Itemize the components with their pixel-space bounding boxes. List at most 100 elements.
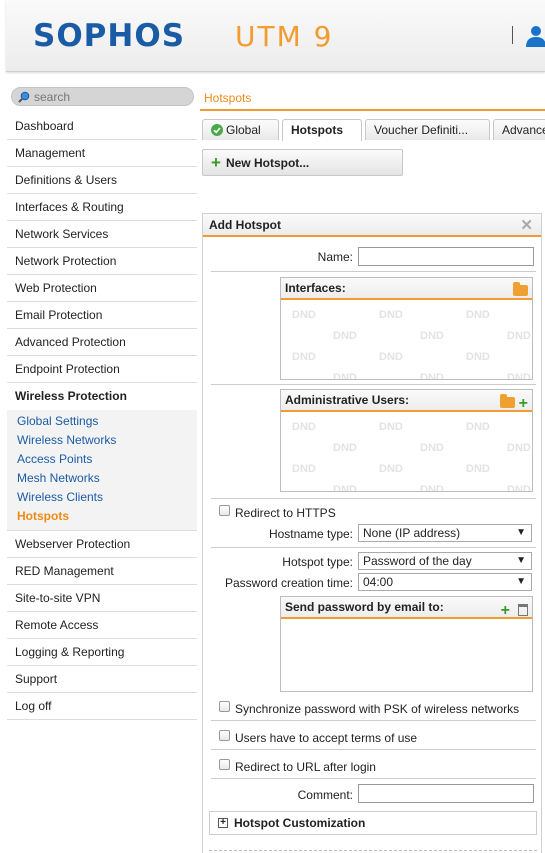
sync-psk-label: Synchronize password with PSK of wireles… [235,702,520,716]
dnd-watermark: DND [379,463,403,475]
tab-hotspots[interactable]: Hotspots [282,119,362,141]
sidebar-item-email-protection[interactable]: Email Protection [7,302,197,329]
submenu-hotspots[interactable]: Hotspots [7,507,197,526]
trash-icon[interactable] [518,604,528,616]
search-icon [18,91,30,106]
dnd-watermark: DND [379,421,403,433]
admin-users-box: Administrative Users: + DND DND DND DND … [280,389,533,492]
submenu-mesh-networks[interactable]: Mesh Networks [7,469,197,488]
sidebar-item-management[interactable]: Management [7,140,197,167]
folder-icon[interactable] [499,394,515,408]
add-icon[interactable]: + [501,602,510,619]
accept-terms-label: Users have to accept terms of use [235,731,418,745]
password-time-select[interactable]: 04:00 ▼ [358,573,532,591]
sidebar-item-log-off[interactable]: Log off [7,693,197,720]
dnd-watermark: DND [379,309,403,321]
wireless-submenu: Global Settings Wireless Networks Access… [7,410,197,531]
chevron-down-icon: ▼ [516,555,526,566]
interfaces-box-header: Interfaces: [281,278,532,300]
name-label: Name: [317,250,353,264]
hostname-type-label: Hostname type: [268,527,353,541]
breadcrumb: Hotspots [204,91,252,105]
dnd-watermark: DND [333,484,357,492]
add-icon[interactable]: + [519,395,528,412]
send-password-box-header: Send password by email to: + [281,597,532,619]
submenu-global-settings[interactable]: Global Settings [7,412,197,431]
hotspot-customization-toggle[interactable]: + Hotspot Customization [209,811,537,835]
sidebar-item-remote-access[interactable]: Remote Access [7,612,197,639]
redirect-url-checkbox[interactable] [219,759,230,770]
interfaces-box: Interfaces: DND DND DND DND DND DND DND … [280,277,533,380]
dnd-watermark: DND [292,309,316,321]
dnd-watermark: DND [292,351,316,363]
close-icon[interactable]: ✕ [520,215,533,237]
interfaces-title: Interfaces: [285,281,346,295]
redirect-https-label: Redirect to HTTPS [235,506,336,520]
submenu-access-points[interactable]: Access Points [7,450,197,469]
sidebar-item-web-protection[interactable]: Web Protection [7,275,197,302]
sidebar-item-interfaces-routing[interactable]: Interfaces & Routing [7,194,197,221]
comment-label: Comment: [297,788,353,802]
folder-icon[interactable] [513,282,528,296]
tab-bar: Global Hotspots Voucher Definiti... Adva… [202,119,545,141]
divider [211,749,536,750]
expand-icon: + [218,818,228,828]
check-circle-icon [211,124,223,136]
hotspot-customization-label: Hotspot Customization [234,816,366,830]
dnd-watermark: DND [466,309,490,321]
comment-input[interactable] [358,784,534,803]
dnd-watermark: DND [420,484,444,492]
admin-users-box-header: Administrative Users: + [281,390,532,412]
submenu-wireless-networks[interactable]: Wireless Networks [7,431,197,450]
panel-header: Add Hotspot ✕ [203,214,541,237]
sidebar-item-red-management[interactable]: RED Management [7,558,197,585]
new-hotspot-button[interactable]: + New Hotspot... [202,149,403,176]
sidebar-item-advanced-protection[interactable]: Advanced Protection [7,329,197,356]
admin-users-title: Administrative Users: [285,393,410,407]
tab-global[interactable]: Global [202,119,279,140]
plus-icon: + [211,153,221,172]
dnd-watermark: DND [466,463,490,475]
divider [211,720,536,721]
password-time-value: 04:00 [363,575,394,589]
accept-terms-checkbox[interactable] [219,730,230,741]
user-icon[interactable] [526,25,545,50]
sidebar-item-logging-reporting[interactable]: Logging & Reporting [7,639,197,666]
search-box[interactable]: search [11,87,194,106]
sync-psk-checkbox[interactable] [219,701,230,712]
divider [211,384,536,385]
chevron-down-icon: ▼ [516,527,526,538]
tab-global-label: Global [226,123,261,137]
hotspot-type-select[interactable]: Password of the day ▼ [358,552,532,570]
dnd-watermark: DND [333,442,357,454]
sidebar-item-webserver-protection[interactable]: Webserver Protection [7,531,197,558]
password-time-label: Password creation time: [224,576,353,590]
dnd-watermark: DND [507,330,531,342]
hotspot-type-label: Hotspot type: [282,555,353,569]
dnd-watermark: DND [420,330,444,342]
send-password-box: Send password by email to: + [280,596,533,692]
dnd-watermark: DND [507,442,531,454]
sidebar-item-wireless-protection[interactable]: Wireless Protection [7,383,197,410]
submenu-wireless-clients[interactable]: Wireless Clients [7,488,197,507]
sidebar-nav: Dashboard Management Definitions & Users… [7,113,197,720]
name-input[interactable] [358,247,534,266]
divider [211,271,536,272]
search-input[interactable]: search [34,90,70,104]
sidebar-item-dashboard[interactable]: Dashboard [7,113,197,140]
add-hotspot-panel: Add Hotspot ✕ Name: Interfaces: DND DND … [202,213,542,853]
tab-advanced[interactable]: Advanced [493,119,545,140]
app-header: SOPHOS UTM 9 [6,0,545,72]
sidebar-item-support[interactable]: Support [7,666,197,693]
sidebar-item-site-to-site-vpn[interactable]: Site-to-site VPN [7,585,197,612]
sidebar-item-endpoint-protection[interactable]: Endpoint Protection [7,356,197,383]
product-name: UTM 9 [235,20,334,53]
hostname-type-select[interactable]: None (IP address) ▼ [358,524,532,542]
sidebar-item-network-protection[interactable]: Network Protection [7,248,197,275]
content-top-rule [200,109,545,111]
dnd-watermark: DND [507,484,531,492]
tab-voucher-definitions[interactable]: Voucher Definiti... [365,119,490,140]
redirect-https-checkbox[interactable] [219,505,230,516]
sidebar-item-definitions-users[interactable]: Definitions & Users [7,167,197,194]
sidebar-item-network-services[interactable]: Network Services [7,221,197,248]
